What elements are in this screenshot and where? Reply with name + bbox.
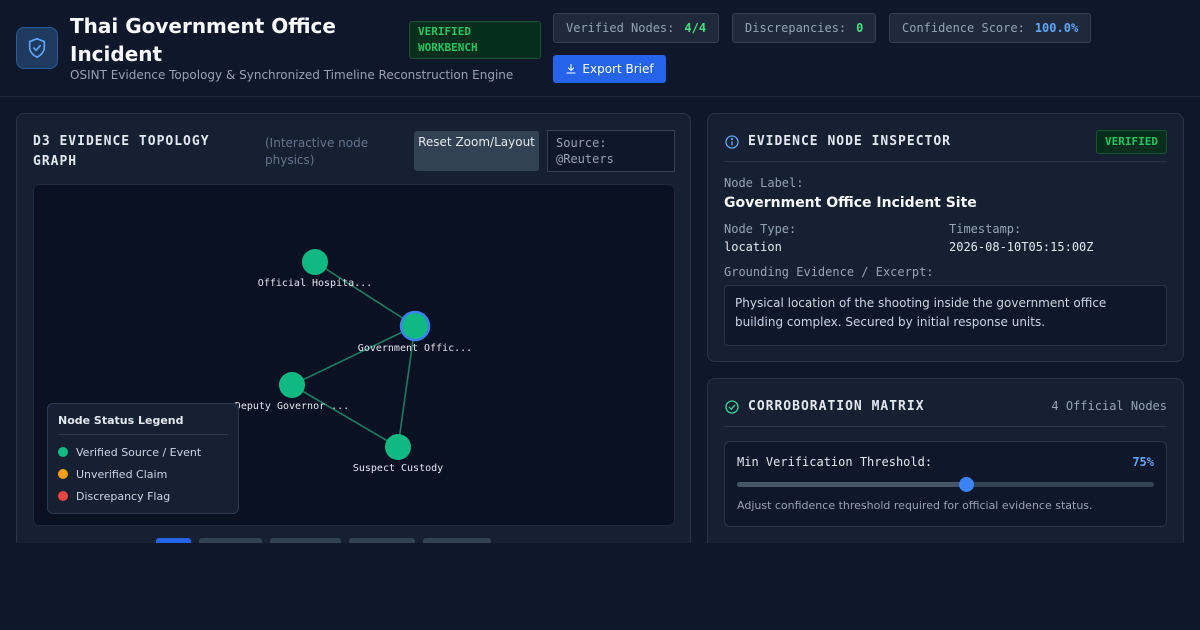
stat-label: Confidence Score: <box>902 21 1025 35</box>
stat-value: 4/4 <box>684 21 707 35</box>
graph-node-office[interactable] <box>399 310 431 342</box>
unverified-dot-icon <box>58 469 68 479</box>
evidence-node-inspector: EVIDENCE NODE INSPECTOR VERIFIED Node La… <box>707 113 1184 362</box>
stat-label: Verified Nodes: <box>566 21 675 35</box>
graph-title: D3 EVIDENCE TOPOLOGY GRAPH <box>33 134 210 169</box>
check-circle-icon <box>725 400 739 414</box>
stat-label: Discrepancies: <box>745 21 847 35</box>
shield-check-icon <box>16 27 58 69</box>
threshold-control: Min Verification Threshold: 75% Adjust c… <box>724 441 1167 527</box>
graph-edge <box>314 261 416 327</box>
node-label-value: Government Office Incident Site <box>724 195 977 211</box>
node-status-legend: Node Status Legend Verified Source / Eve… <box>47 403 239 514</box>
discrepancy-dot-icon <box>58 491 68 501</box>
reset-zoom-button[interactable]: Reset Zoom/Layout <box>414 131 539 171</box>
evidence-excerpt: Physical location of the shooting inside… <box>724 285 1167 346</box>
slider-fill <box>737 482 967 487</box>
page-footer-area <box>0 543 1200 630</box>
excerpt-caption: Grounding Evidence / Excerpt: <box>724 265 934 279</box>
graph-node-label: Deputy Governor ... <box>235 401 349 412</box>
workbench-badge: VERIFIED WORKBENCH <box>409 21 541 59</box>
legend-item-verified: Verified Source / Event <box>58 441 228 463</box>
legend-title: Node Status Legend <box>58 414 228 435</box>
threshold-label: Min Verification Threshold: <box>737 455 933 469</box>
node-label-caption: Node Label: <box>724 176 804 190</box>
legend-item-unverified: Unverified Claim <box>58 463 228 485</box>
timestamp-value: 2026-08-10T05:15:00Z <box>949 240 1094 254</box>
info-icon <box>725 135 739 149</box>
corroboration-header: CORROBORATION MATRIX 4 Official Nodes <box>724 397 1167 427</box>
graph-node-deputy[interactable] <box>279 372 305 398</box>
official-node-count: 4 Official Nodes <box>1051 399 1167 413</box>
threshold-help: Adjust confidence threshold required for… <box>737 499 1093 512</box>
graph-node-suspect[interactable] <box>385 434 411 460</box>
graph-hint: (Interactive node physics) <box>265 136 369 167</box>
legend-label: Unverified Claim <box>76 467 168 481</box>
corroboration-title: CORROBORATION MATRIX <box>748 399 925 414</box>
node-type-value: location <box>724 240 782 254</box>
node-type-caption: Node Type: <box>724 222 797 236</box>
topology-graph-panel: D3 EVIDENCE TOPOLOGY GRAPH (Interactive … <box>16 113 691 563</box>
graph-edge <box>291 384 399 448</box>
graph-node-label: Official Hospita... <box>258 278 372 289</box>
page-title: Thai Government Office Incident <box>70 14 336 66</box>
download-icon <box>566 63 576 74</box>
source-field[interactable]: Source: @Reuters <box>547 130 675 172</box>
threshold-value: 75% <box>1132 455 1154 469</box>
verified-badge: VERIFIED <box>1096 130 1167 154</box>
export-label: Export Brief <box>582 62 654 76</box>
legend-item-discrepancy: Discrepancy Flag <box>58 485 228 507</box>
timestamp-caption: Timestamp: <box>949 222 1022 236</box>
legend-label: Verified Source / Event <box>76 445 202 459</box>
export-brief-button[interactable]: Export Brief <box>553 55 666 83</box>
stat-discrepancies: Discrepancies: 0 <box>732 13 877 43</box>
stat-value: 0 <box>856 21 864 35</box>
stat-confidence-score: Confidence Score: 100.0% <box>889 13 1092 43</box>
inspector-header: EVIDENCE NODE INSPECTOR VERIFIED <box>724 130 1167 162</box>
inspector-title: EVIDENCE NODE INSPECTOR <box>748 134 952 149</box>
legend-label: Discrepancy Flag <box>76 489 171 503</box>
app-header: Thai Government Office Incident VERIFIED… <box>0 0 1200 97</box>
stat-value: 100.0% <box>1034 21 1079 35</box>
threshold-slider[interactable] <box>737 477 1154 492</box>
graph-node-hospital[interactable] <box>302 249 328 275</box>
verified-dot-icon <box>58 447 68 457</box>
page-subtitle: OSINT Evidence Topology & Synchronized T… <box>70 68 514 82</box>
slider-thumb[interactable] <box>959 477 975 492</box>
graph-node-label: Suspect Custody <box>353 463 443 474</box>
stat-verified-nodes: Verified Nodes: 4/4 <box>553 13 720 43</box>
graph-canvas[interactable]: Official Hospita... Government Offic... De… <box>33 184 675 526</box>
graph-node-label: Government Offic... <box>358 343 472 354</box>
graph-edge <box>291 325 416 386</box>
